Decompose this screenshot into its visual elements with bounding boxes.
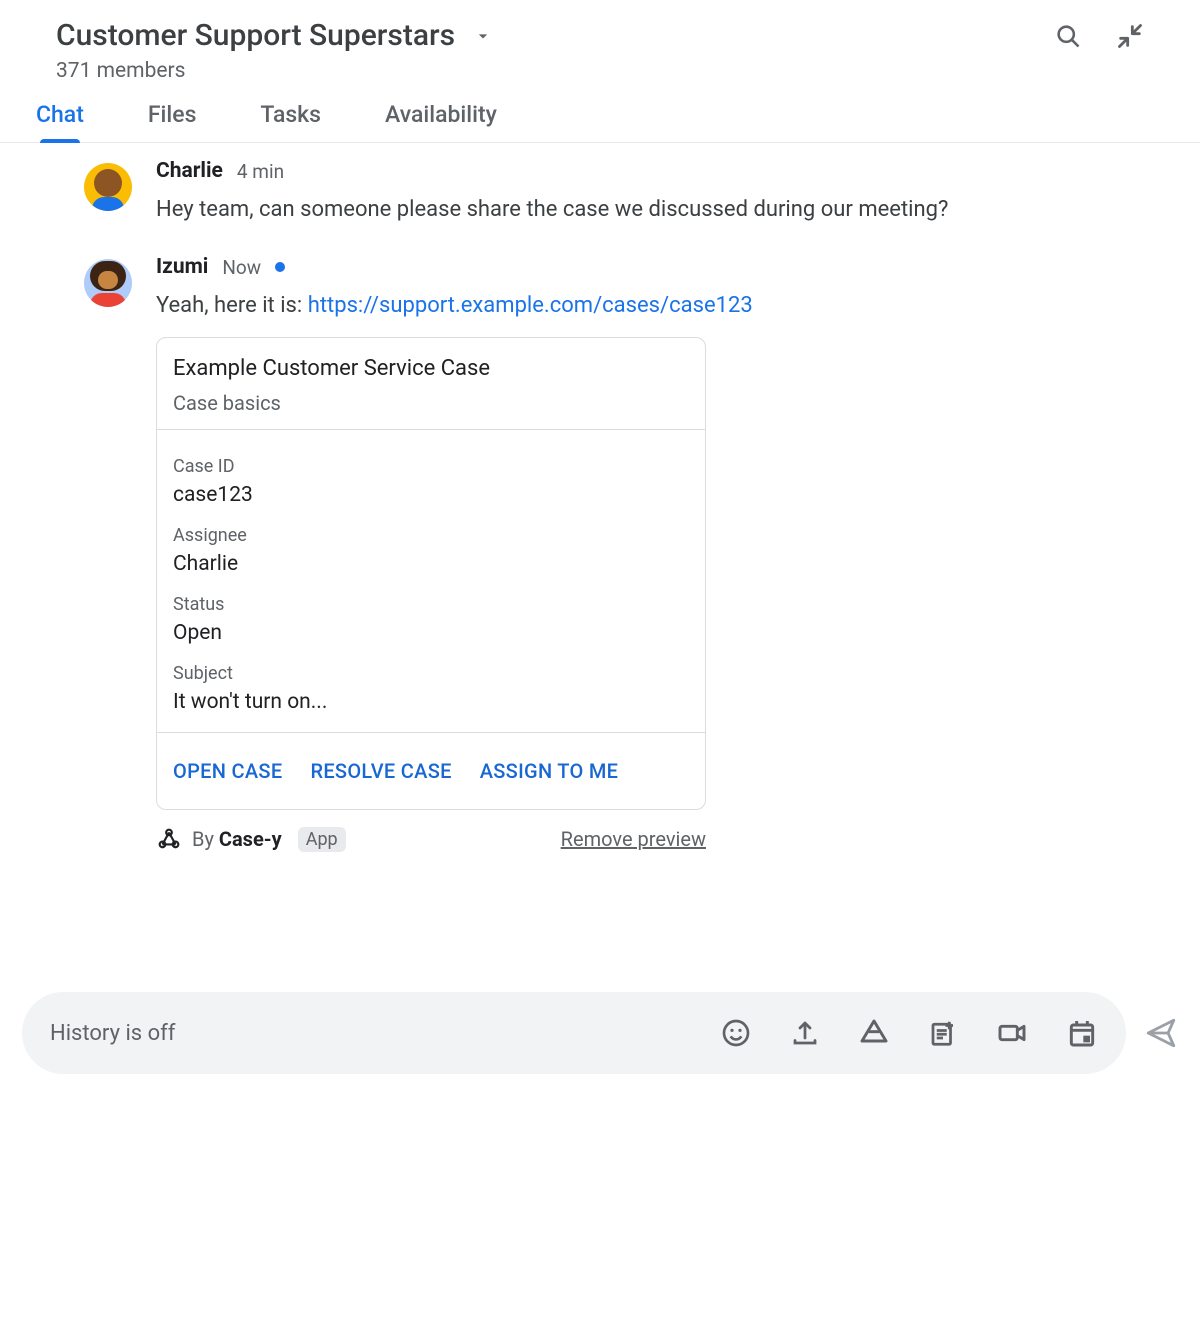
message-author: Charlie [156,159,223,183]
message-input-placeholder: History is off [50,1021,175,1046]
message-timestamp: 4 min [237,160,284,183]
card-field-label: Subject [173,663,689,684]
message-link[interactable]: https://support.example.com/cases/case12… [308,293,753,318]
card-field-label: Case ID [173,456,689,477]
resolve-case-button[interactable]: RESOLVE CASE [310,759,451,783]
tab-availability[interactable]: Availability [385,101,497,142]
webhook-icon [156,826,182,852]
emoji-icon[interactable] [720,1017,752,1049]
remove-preview-link[interactable]: Remove preview [561,827,706,851]
message-timestamp: Now [222,256,261,279]
member-count: 371 members [56,59,1144,83]
card-title: Example Customer Service Case [173,356,689,381]
tab-chat[interactable]: Chat [36,101,84,142]
collapse-icon[interactable] [1116,22,1144,50]
tab-tasks[interactable]: Tasks [260,101,321,142]
create-doc-icon[interactable] [928,1018,958,1048]
drive-icon[interactable] [858,1017,890,1049]
card-subtitle: Case basics [173,391,689,415]
app-chip: App [298,827,346,852]
chevron-down-icon[interactable] [473,26,493,46]
link-preview-card: Example Customer Service Case Case basic… [156,337,706,810]
card-field-value: Open [173,621,689,645]
send-icon[interactable] [1144,1016,1178,1050]
card-field-value: It won't turn on... [173,690,689,714]
message-input[interactable]: History is off [22,992,1126,1074]
message-text-prefix: Yeah, here it is: [156,293,308,318]
card-field-value: case123 [173,483,689,507]
message-author: Izumi [156,255,208,279]
card-field-value: Charlie [173,552,689,576]
message: Charlie 4 min Hey team, can someone plea… [84,159,1144,227]
message-text: Hey team, can someone please share the c… [156,193,1056,227]
upload-icon[interactable] [790,1018,820,1048]
tab-files[interactable]: Files [148,101,197,142]
video-icon[interactable] [996,1017,1028,1049]
new-message-indicator [275,262,285,272]
card-field-label: Status [173,594,689,615]
preview-attribution: By Case-y [192,827,282,851]
card-field-label: Assignee [173,525,689,546]
calendar-icon[interactable] [1066,1017,1098,1049]
message: Izumi Now Yeah, here it is: https://supp… [84,255,1144,852]
open-case-button[interactable]: OPEN CASE [173,759,282,783]
avatar[interactable] [84,163,132,211]
assign-to-me-button[interactable]: ASSIGN TO ME [480,759,619,783]
avatar[interactable] [84,259,132,307]
message-text: Yeah, here it is: https://support.exampl… [156,289,1056,323]
search-icon[interactable] [1054,22,1082,50]
tabs: Chat Files Tasks Availability [0,83,1200,143]
space-title[interactable]: Customer Support Superstars [56,18,455,53]
